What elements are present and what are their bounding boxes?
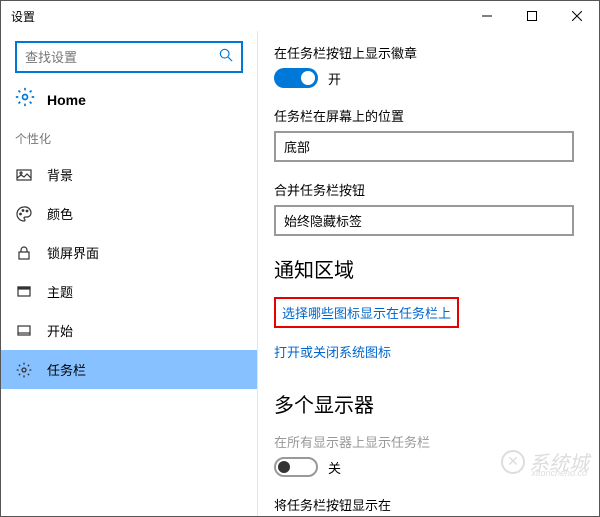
home-label: Home (47, 92, 86, 108)
titlebar: 设置 (1, 1, 599, 31)
gear-icon (15, 362, 33, 378)
close-button[interactable] (554, 1, 599, 31)
sidebar-item-label: 开始 (47, 321, 73, 340)
combine-dropdown[interactable]: 始终隐藏标签 (274, 205, 574, 236)
watermark: ✕ 系统城 xitoncheno.co (501, 447, 589, 476)
theme-icon (15, 284, 33, 300)
home-row[interactable]: Home (1, 79, 257, 124)
search-icon (219, 48, 233, 67)
window-buttons (464, 1, 599, 31)
toggle-state-label: 开 (328, 69, 341, 88)
sidebar-item-taskbar[interactable]: 任务栏 (1, 350, 257, 389)
picture-icon (15, 167, 33, 183)
toggle-state-label: 关 (328, 458, 341, 477)
minimize-button[interactable] (464, 1, 509, 31)
system-icons-link[interactable]: 打开或关闭系统图标 (274, 342, 391, 361)
badge-label: 在任务栏按钮上显示徽章 (274, 43, 599, 62)
gear-icon (15, 87, 35, 112)
dropdown-value: 始终隐藏标签 (284, 211, 362, 230)
watermark-icon: ✕ (501, 450, 525, 474)
sidebar-item-label: 颜色 (47, 204, 73, 223)
maximize-button[interactable] (509, 1, 554, 31)
sidebar-item-themes[interactable]: 主题 (1, 272, 257, 311)
sidebar: Home 个性化 背景 颜色 锁屏界面 主题 开始 任务栏 (1, 31, 258, 516)
position-dropdown[interactable]: 底部 (274, 131, 574, 162)
multi-buttons-label: 将任务栏按钮显示在 (274, 495, 599, 514)
combine-label: 合并任务栏按钮 (274, 180, 599, 199)
sidebar-item-colors[interactable]: 颜色 (1, 194, 257, 233)
position-label: 任务栏在屏幕上的位置 (274, 106, 599, 125)
start-icon (15, 323, 33, 339)
sidebar-item-label: 主题 (47, 282, 73, 301)
lock-icon (15, 245, 33, 261)
sidebar-item-label: 背景 (47, 165, 73, 184)
choose-icons-link[interactable]: 选择哪些图标显示在任务栏上 (274, 297, 459, 328)
badge-toggle[interactable]: 开 (274, 68, 599, 88)
sidebar-item-start[interactable]: 开始 (1, 311, 257, 350)
watermark-sub: xitoncheno.co (531, 468, 587, 478)
sidebar-item-lockscreen[interactable]: 锁屏界面 (1, 233, 257, 272)
content-area: 在任务栏按钮上显示徽章 开 任务栏在屏幕上的位置 底部 合并任务栏按钮 始终隐藏… (258, 31, 599, 516)
sidebar-item-label: 任务栏 (47, 360, 86, 379)
window-title: 设置 (11, 8, 464, 25)
multi-display-heading: 多个显示器 (274, 389, 599, 418)
search-field[interactable] (25, 50, 219, 65)
search-input[interactable] (15, 41, 243, 73)
sidebar-item-background[interactable]: 背景 (1, 155, 257, 194)
section-label: 个性化 (1, 124, 257, 155)
notification-area-heading: 通知区域 (274, 254, 599, 283)
palette-icon (15, 206, 33, 222)
dropdown-value: 底部 (284, 137, 310, 156)
sidebar-item-label: 锁屏界面 (47, 243, 99, 262)
